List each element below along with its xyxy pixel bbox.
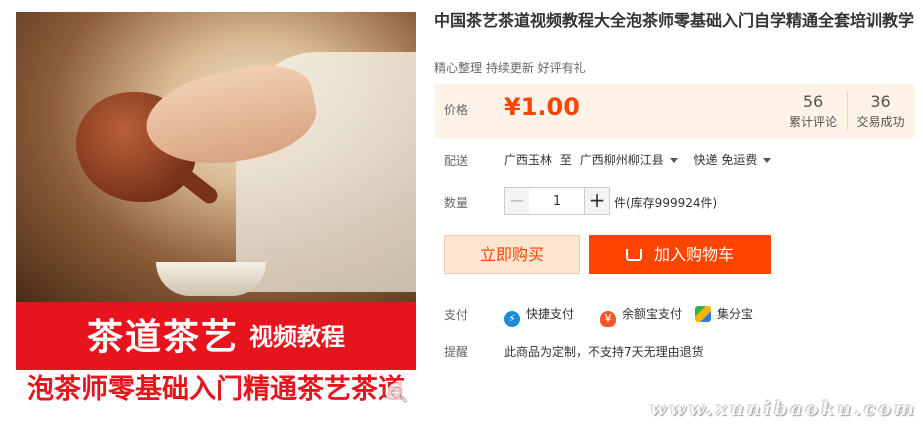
quantity-decrease-button[interactable]: −	[504, 187, 530, 215]
payment-method-quick[interactable]: ⚡ 快捷支付	[504, 305, 574, 327]
shipping-row: 广西玉林 至 广西柳州柳江县 快递 免运费	[504, 151, 783, 168]
yuebao-icon: ¥	[600, 311, 616, 327]
product-title: 中国茶艺茶道视频教程大全泡茶师零基础入门自学精通全套培训教学	[434, 11, 915, 30]
price-label: 价格	[444, 103, 469, 117]
price-panel: 价格 ¥1.00 56 累计评论 36 交易成功	[434, 84, 914, 138]
payment-method-label: 快捷支付	[526, 307, 575, 321]
zoom-magnifier-icon[interactable]: 🔍︎	[386, 382, 412, 408]
sales-label: 交易成功	[856, 115, 905, 129]
payment-method-yuebao[interactable]: ¥ 余额宝支付	[600, 305, 682, 327]
add-to-cart-button[interactable]: 加入购物车	[589, 235, 771, 274]
add-to-cart-label: 加入购物车	[653, 245, 734, 264]
reviews-stat[interactable]: 56 累计评论	[780, 92, 846, 130]
shipping-label: 配送	[444, 154, 469, 168]
product-subtitle: 精心整理 持续更新 好评有礼	[434, 61, 586, 75]
buy-now-button[interactable]: 立即购买	[444, 235, 580, 274]
shipping-destination-select[interactable]: 广西柳州柳江县	[580, 153, 690, 167]
product-main-image[interactable]: 茶道茶艺 视频教程 泡茶师零基础入门精通茶艺茶道 🔍︎	[16, 12, 416, 410]
banner-subtitle: 视频教程	[249, 322, 345, 351]
quantity-label: 数量	[444, 196, 469, 210]
quick-pay-icon: ⚡	[504, 311, 520, 327]
photo-tea-cup	[156, 262, 266, 296]
chevron-down-icon	[763, 158, 772, 163]
shipping-destination: 广西柳州柳江县	[579, 153, 664, 167]
payment-method-label: 余额宝支付	[622, 307, 683, 321]
banner-row-1: 茶道茶艺 视频教程	[16, 308, 416, 360]
shipping-method-select[interactable]: 快递 免运费	[694, 153, 784, 167]
site-watermark: www.xunibaoku.com	[650, 398, 918, 420]
reviews-label: 累计评论	[788, 115, 837, 129]
banner-title: 茶道茶艺	[86, 317, 239, 358]
quantity-input[interactable]	[529, 187, 585, 215]
chevron-down-icon	[669, 158, 678, 163]
image-promo-banner: 茶道茶艺 视频教程 泡茶师零基础入门精通茶艺茶道	[16, 302, 416, 410]
sales-count: 36	[870, 92, 891, 111]
banner-tagline: 泡茶师零基础入门精通茶艺茶道	[16, 370, 416, 410]
payment-label: 支付	[444, 308, 469, 322]
tea-pouring-photo	[16, 12, 416, 302]
payment-method-label: 集分宝	[717, 307, 754, 321]
shipping-to-word: 至	[559, 153, 572, 167]
stock-text: 件(库存999924件)	[614, 196, 718, 210]
jifenbao-icon	[695, 306, 711, 322]
quantity-increase-button[interactable]: +	[584, 187, 610, 215]
reminder-text: 此商品为定制，不支持7天无理由退货	[504, 345, 704, 359]
payment-method-jifenbao[interactable]: 集分宝	[695, 305, 753, 322]
shipping-origin: 广西玉林	[504, 153, 553, 167]
reviews-count: 56	[802, 92, 824, 111]
price-value: ¥1.00	[504, 93, 580, 121]
cart-icon	[625, 249, 642, 261]
reminder-label: 提醒	[444, 345, 469, 359]
sales-stat: 36 交易成功	[847, 92, 913, 130]
shipping-method: 快递 免运费	[693, 153, 758, 167]
